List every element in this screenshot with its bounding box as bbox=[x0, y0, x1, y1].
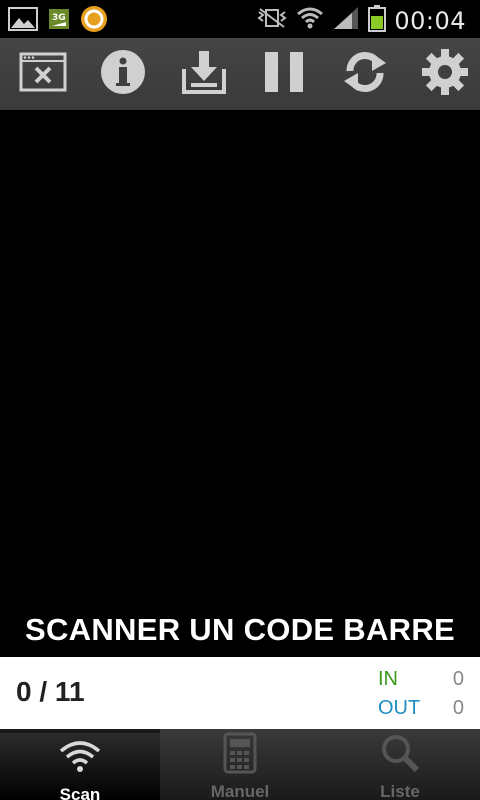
settings-icon bbox=[421, 48, 469, 101]
tab-liste-label: Liste bbox=[380, 782, 420, 800]
search-icon bbox=[380, 733, 420, 778]
pause-icon bbox=[263, 50, 305, 99]
bottom-tab-bar: Scan Manuel Liste bbox=[0, 729, 480, 800]
status-bar: 3G 00:04 bbox=[0, 0, 480, 38]
scan-count: 0 / 11 bbox=[16, 676, 85, 707]
refresh-icon bbox=[342, 49, 388, 100]
tab-scan[interactable]: Scan bbox=[0, 729, 160, 800]
wifi-scan-icon bbox=[58, 738, 102, 779]
info-button[interactable] bbox=[96, 47, 150, 101]
calculator-icon bbox=[223, 732, 257, 779]
toolbar bbox=[0, 38, 480, 110]
pause-button[interactable] bbox=[257, 47, 311, 101]
camera-preview[interactable] bbox=[0, 110, 480, 657]
tab-scan-label: Scan bbox=[59, 785, 101, 800]
close-window-button[interactable] bbox=[16, 47, 70, 101]
out-label: OUT bbox=[378, 697, 421, 719]
info-icon bbox=[99, 48, 147, 101]
3g-notification-icon: 3G bbox=[48, 6, 70, 37]
app-notification-icon bbox=[80, 5, 108, 38]
svg-text:3G: 3G bbox=[52, 13, 66, 23]
scan-prompt: SCANNER UN CODE BARRE bbox=[25, 612, 455, 647]
tab-liste[interactable]: Liste bbox=[320, 729, 480, 800]
battery-icon bbox=[368, 4, 387, 37]
download-icon bbox=[181, 49, 227, 100]
in-label: IN bbox=[378, 668, 398, 690]
download-button[interactable] bbox=[177, 47, 231, 101]
mute-vibrate-icon bbox=[256, 7, 288, 34]
tab-manuel-label: Manuel bbox=[210, 782, 270, 800]
status-time: 00:04 bbox=[394, 6, 466, 35]
refresh-button[interactable] bbox=[338, 47, 392, 101]
out-value: 0 bbox=[452, 697, 464, 719]
close-window-icon bbox=[19, 52, 67, 97]
tab-manuel[interactable]: Manuel bbox=[160, 729, 320, 800]
gallery-icon bbox=[8, 6, 38, 37]
wifi-icon bbox=[296, 5, 324, 36]
signal-icon bbox=[332, 5, 360, 36]
settings-button[interactable] bbox=[418, 47, 472, 101]
in-value: 0 bbox=[452, 668, 464, 690]
